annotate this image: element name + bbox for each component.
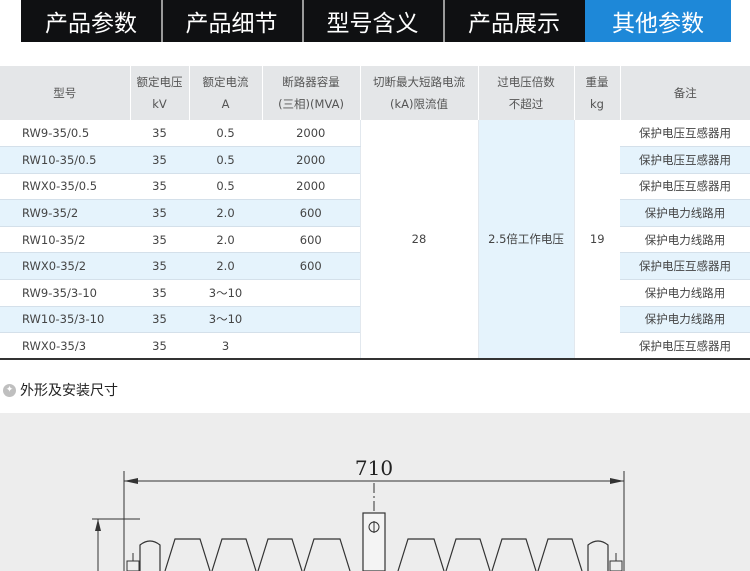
- header-overvoltage: 过电压倍数 不超过: [478, 66, 575, 120]
- tab-product-details[interactable]: 产品细节: [161, 0, 302, 42]
- cell-voltage: 35: [130, 279, 189, 307]
- table-body: RW9-35/0.5 35 0.5 2000 28 2.5倍工作电压 19 保护电压互感器用 R…: [0, 120, 750, 361]
- tab-other-params[interactable]: 其他参数: [585, 0, 731, 42]
- cell-short-circuit: 28: [359, 120, 478, 361]
- header-short-circuit: 切断最大短路电流 (kA)限流值: [360, 66, 479, 120]
- cell-note: 保护电力线路用: [620, 199, 750, 227]
- cell-voltage: 35: [130, 146, 189, 174]
- cell-model: RWX0-35/2: [0, 252, 130, 281]
- cell-weight: 19: [573, 120, 620, 361]
- header-note: 备注: [620, 66, 750, 120]
- cell-model: RW10-35/2: [0, 226, 130, 254]
- cell-voltage: 35: [130, 252, 189, 281]
- cell-voltage: 35: [130, 226, 189, 254]
- cell-overvoltage: 2.5倍工作电压: [477, 120, 574, 361]
- cell-capacity: [262, 332, 360, 361]
- cell-capacity: 2000: [262, 146, 360, 174]
- cell-current: 0.5: [189, 120, 262, 148]
- cell-note: 保护电力线路用: [620, 279, 750, 307]
- cell-capacity: 600: [262, 226, 360, 254]
- cell-model: RW9-35/2: [0, 199, 130, 227]
- cell-capacity: 600: [262, 199, 360, 227]
- cell-model: RW9-35/3-10: [0, 279, 130, 307]
- cell-capacity: 2000: [262, 173, 360, 201]
- drawing-svg: 710: [92, 456, 625, 571]
- cell-model: RW10-35/0.5: [0, 146, 130, 174]
- cell-model: RW9-35/0.5: [0, 120, 130, 148]
- cell-note: 保护电压互感器用: [620, 332, 750, 361]
- cell-note: 保护电压互感器用: [620, 120, 750, 148]
- cell-note: 保护电力线路用: [620, 226, 750, 254]
- dimension-drawing: 710: [0, 413, 750, 571]
- dimension-label: 710: [355, 456, 393, 480]
- cell-voltage: 35: [130, 332, 189, 361]
- cell-note: 保护电力线路用: [620, 306, 750, 334]
- cell-model: RW10-35/3-10: [0, 306, 130, 334]
- header-capacity: 断路器容量 (三相)(MVA): [262, 66, 361, 120]
- header-voltage: 额定电压 kV: [130, 66, 190, 120]
- cell-model: RWX0-35/0.5: [0, 173, 130, 201]
- header-weight: 重量 kg: [574, 66, 621, 120]
- cell-current: 3～10: [189, 306, 262, 334]
- cell-current: 0.5: [189, 173, 262, 201]
- table-row: RW9-35/0.5 35 0.5 2000 28 2.5倍工作电压 19 保护电压互感器用: [0, 120, 750, 361]
- cell-voltage: 35: [130, 173, 189, 201]
- header-current: 额定电流 A: [189, 66, 263, 120]
- cell-capacity: [262, 279, 360, 307]
- header-model: 型号: [0, 66, 131, 120]
- cell-current: 2.0: [189, 252, 262, 281]
- cell-capacity: [262, 306, 360, 334]
- tab-product-params[interactable]: 产品参数: [21, 0, 161, 42]
- cell-model: RWX0-35/3: [0, 332, 130, 361]
- cell-note: 保护电压互感器用: [620, 173, 750, 201]
- cell-note: 保护电压互感器用: [620, 252, 750, 281]
- cell-current: 3: [189, 332, 262, 361]
- cell-current: 3～10: [189, 279, 262, 307]
- cell-current: 2.0: [189, 226, 262, 254]
- cell-voltage: 35: [130, 120, 189, 148]
- wrench-icon: ✦: [3, 383, 16, 397]
- cell-current: 0.5: [189, 146, 262, 174]
- cell-capacity: 600: [262, 252, 360, 281]
- tab-bar: 产品参数 产品细节 型号含义 产品展示 其他参数: [21, 0, 731, 42]
- cell-voltage: 35: [130, 306, 189, 334]
- spec-table: 型号 额定电压 kV 额定电流 A 断路器容量 (三相)(MVA) 切断最大短路电流(…: [0, 66, 750, 361]
- section-title: 外形及安装尺寸: [20, 383, 118, 399]
- cell-capacity: 2000: [262, 120, 360, 148]
- cell-voltage: 35: [130, 199, 189, 227]
- cell-current: 2.0: [189, 199, 262, 227]
- table-header-row: 型号 额定电压 kV 额定电流 A 断路器容量 (三相)(MVA) 切断最大短路电流(…: [0, 66, 750, 120]
- cell-note: 保护电压互感器用: [620, 146, 750, 174]
- section-heading: ✦ 外形及安装尺寸: [3, 380, 118, 400]
- tab-model-meaning[interactable]: 型号含义: [302, 0, 443, 42]
- tab-product-display[interactable]: 产品展示: [443, 0, 585, 42]
